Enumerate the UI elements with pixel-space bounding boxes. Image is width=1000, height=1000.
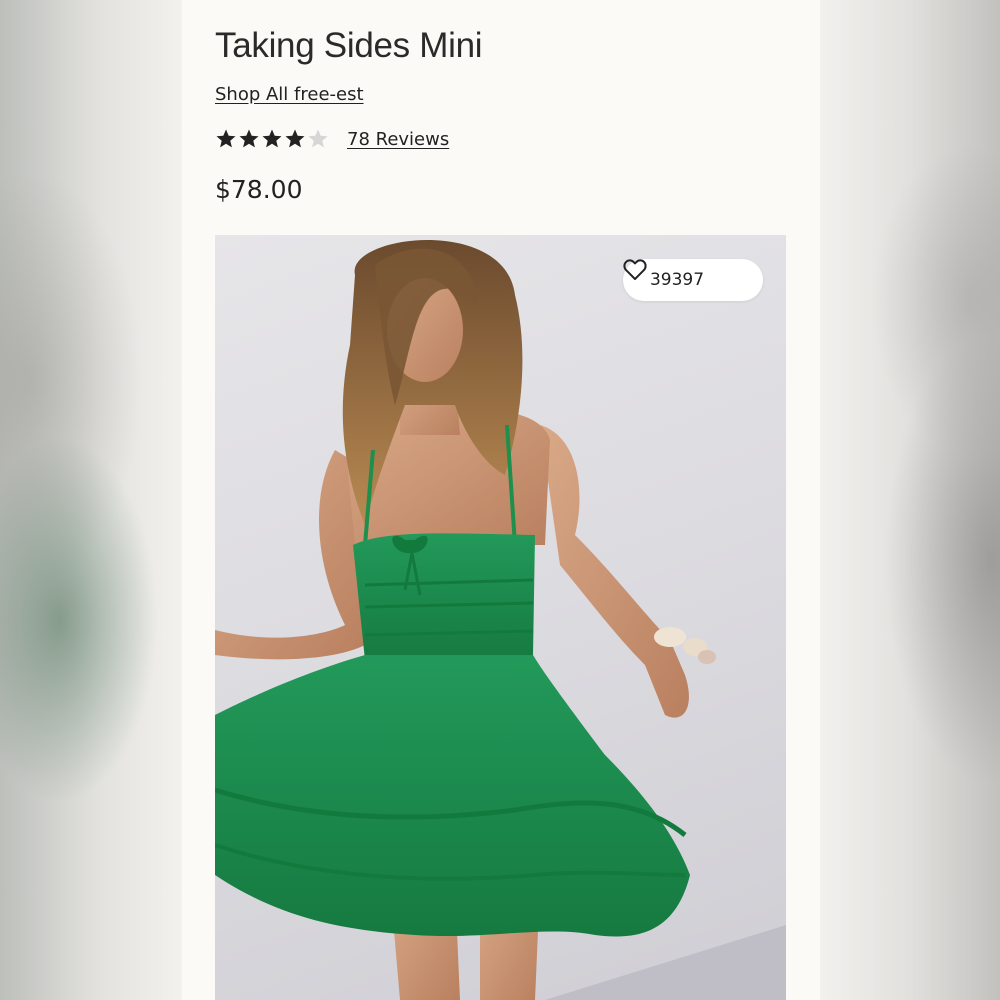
rating-row: 78 Reviews: [215, 126, 449, 152]
shop-all-link[interactable]: Shop All free-est: [215, 84, 364, 105]
product-price: $78.00: [215, 175, 303, 204]
star-filled-icon: [284, 128, 306, 150]
product-panel: Taking Sides Mini Shop All free-est 78 R…: [182, 0, 820, 1000]
reviews-link[interactable]: 78 Reviews: [347, 129, 449, 150]
model-illustration: [215, 240, 786, 1000]
blurred-background-right: [820, 0, 1000, 1000]
star-filled-icon: [215, 128, 237, 150]
product-title: Taking Sides Mini: [215, 26, 483, 65]
star-filled-icon: [261, 128, 283, 150]
favorite-button[interactable]: 39397: [623, 259, 763, 301]
bracelet: [654, 627, 686, 647]
heart-outline-icon: [623, 259, 736, 291]
star-empty-icon: [307, 128, 329, 150]
product-image[interactable]: 39397: [215, 235, 786, 1000]
star-filled-icon: [238, 128, 260, 150]
star-rating: [215, 128, 329, 150]
blurred-background-left: [0, 0, 182, 1000]
favorite-count: 39397: [649, 270, 705, 290]
